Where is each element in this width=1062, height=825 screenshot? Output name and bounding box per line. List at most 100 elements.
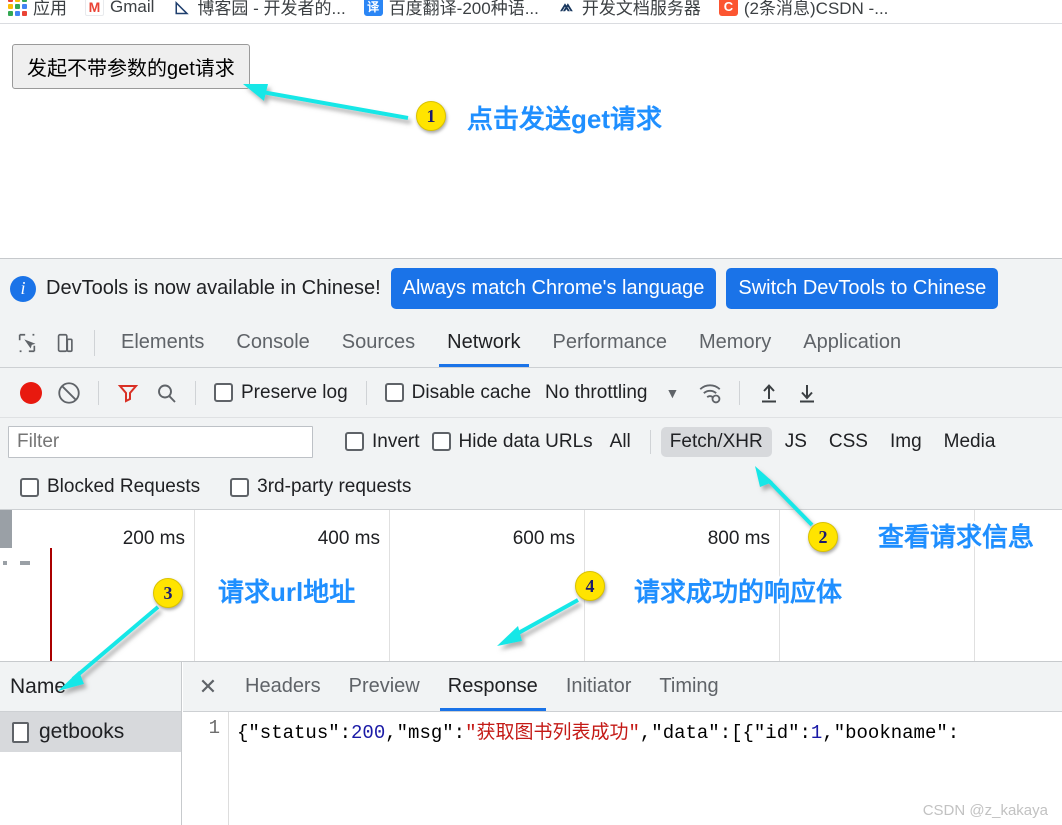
baidu-fanyi-icon: 译: [363, 0, 383, 16]
close-icon[interactable]: ✕: [193, 672, 223, 702]
bookmark-csdn[interactable]: C (2条消息)CSDN -...: [711, 0, 899, 21]
request-bar-marker: [20, 561, 30, 565]
toolbar-divider: [98, 380, 99, 405]
filter-type-img[interactable]: Img: [881, 427, 931, 457]
request-detail-panel: ✕ Headers Preview Response Initiator Tim…: [183, 662, 1062, 825]
disable-cache-label: Disable cache: [411, 381, 532, 403]
request-name: getbooks: [39, 720, 125, 743]
send-get-request-button[interactable]: 发起不带参数的get请求: [12, 44, 250, 89]
network-conditions-icon[interactable]: [693, 376, 727, 410]
toolbar-divider: [739, 380, 741, 405]
invert-label: Invert: [372, 430, 420, 452]
filter-type-all[interactable]: All: [601, 427, 640, 457]
web-page-content: 发起不带参数的get请求: [0, 24, 1062, 258]
bookmark-label: Gmail: [110, 0, 155, 16]
request-list-column-header[interactable]: Name: [0, 662, 181, 712]
tab-performance[interactable]: Performance: [537, 318, 684, 367]
toolbar-divider: [94, 329, 95, 356]
always-match-language-button[interactable]: Always match Chrome's language: [390, 268, 717, 309]
disable-cache-checkbox[interactable]: Disable cache: [384, 381, 532, 404]
timeline-gridline: [389, 510, 390, 661]
switch-devtools-language-button[interactable]: Switch DevTools to Chinese: [726, 268, 999, 309]
request-detail-tab-bar: ✕ Headers Preview Response Initiator Tim…: [183, 662, 1062, 712]
filter-icon[interactable]: [111, 376, 145, 410]
inspect-element-icon[interactable]: [8, 324, 46, 362]
export-har-icon[interactable]: [790, 376, 824, 410]
annotation-text-3: 请求url地址: [218, 577, 356, 607]
bookmark-label: 开发文档服务器: [581, 0, 701, 18]
document-icon: [12, 721, 29, 743]
bookmark-doc-server[interactable]: ⩕ 开发文档服务器: [549, 0, 711, 21]
throttling-select[interactable]: No throttling: [545, 382, 647, 404]
tab-headers[interactable]: Headers: [231, 662, 335, 711]
network-toolbar: Preserve log Disable cache No throttling…: [0, 368, 1062, 418]
filter-type-css[interactable]: CSS: [820, 427, 877, 457]
filter-input[interactable]: [8, 425, 313, 458]
checkbox-box: [20, 477, 39, 497]
watermark: CSDN @z_kakaya: [922, 802, 1048, 819]
chevron-down-icon[interactable]: ▼: [665, 385, 679, 401]
record-button[interactable]: [14, 376, 48, 410]
checkbox-box: [214, 383, 233, 402]
toolbar-divider: [195, 380, 196, 405]
csdn-icon: C: [718, 0, 738, 16]
bookmark-cnblogs[interactable]: ◺ 博客园 - 开发者的...: [164, 0, 355, 21]
tab-application[interactable]: Application: [787, 318, 917, 367]
hide-data-urls-checkbox[interactable]: Hide data URLs: [431, 430, 593, 453]
bookmark-apps[interactable]: 应用: [0, 0, 77, 21]
blocked-requests-checkbox[interactable]: Blocked Requests: [20, 476, 200, 498]
annotation-badge-2: 2: [808, 522, 838, 552]
json-part: ,"data":[{"id":: [639, 722, 811, 744]
checkbox-box: [431, 432, 451, 451]
request-list: Name getbooks: [0, 662, 182, 825]
invert-checkbox[interactable]: Invert: [345, 431, 420, 453]
network-filter-row: Invert Hide data URLs All Fetch/XHR JS C…: [0, 418, 1062, 465]
filter-type-fetch-xhr[interactable]: Fetch/XHR: [660, 426, 772, 457]
cnblogs-icon: ◺: [175, 0, 189, 16]
devtools-language-banner: i DevTools is now available in Chinese! …: [0, 258, 1062, 318]
device-toolbar-icon[interactable]: [46, 324, 84, 362]
tab-sources[interactable]: Sources: [326, 318, 431, 367]
tab-response[interactable]: Response: [434, 662, 552, 711]
bookmark-baidu-fanyi[interactable]: 译 百度翻译-200种语...: [356, 0, 549, 21]
bookmark-label: 博客园 - 开发者的...: [197, 0, 346, 18]
tab-initiator[interactable]: Initiator: [552, 662, 646, 711]
banner-message: DevTools is now available in Chinese!: [46, 277, 381, 299]
timeline-tick-600ms: 600 ms: [512, 528, 575, 549]
filter-type-js[interactable]: JS: [776, 427, 816, 457]
hide-data-urls-label: Hide data URLs: [458, 430, 593, 452]
third-party-requests-label: 3rd-party requests: [257, 476, 412, 497]
tab-network[interactable]: Network: [431, 318, 536, 367]
third-party-requests-checkbox[interactable]: 3rd-party requests: [230, 476, 411, 498]
screenshot-root: 应用 M Gmail ◺ 博客园 - 开发者的... 译 百度翻译-200种语.…: [0, 0, 1062, 825]
tab-console[interactable]: Console: [220, 318, 325, 367]
tab-timing[interactable]: Timing: [645, 662, 732, 711]
tab-elements[interactable]: Elements: [105, 318, 220, 367]
tab-memory[interactable]: Memory: [683, 318, 787, 367]
load-event-line: [50, 548, 52, 661]
annotation-text-1: 点击发送get请求: [467, 104, 663, 134]
tab-preview[interactable]: Preview: [335, 662, 434, 711]
network-bottom-panel: Name getbooks ✕ Headers Preview Response…: [0, 662, 1062, 825]
search-icon[interactable]: [149, 376, 183, 410]
json-part: ,"msg":: [385, 722, 466, 744]
json-part: ,"bookname":: [822, 722, 960, 744]
preserve-log-checkbox[interactable]: Preserve log: [214, 382, 348, 404]
gmail-icon: M: [85, 0, 104, 16]
checkbox-box: [230, 477, 250, 497]
toolbar-divider: [365, 380, 367, 405]
overview-scrollbar[interactable]: [0, 510, 12, 548]
import-har-icon[interactable]: [752, 376, 786, 410]
json-part: {"status":: [237, 722, 352, 744]
json-number: 200: [351, 722, 386, 744]
bookmark-label: 应用: [33, 0, 67, 18]
timeline-tick-800ms: 800 ms: [707, 528, 770, 549]
blocked-requests-label: Blocked Requests: [47, 476, 201, 497]
doc-server-icon: ⩕: [560, 0, 573, 15]
table-row[interactable]: getbooks: [0, 712, 181, 752]
json-string: "获取图书列表成功": [465, 722, 640, 744]
filter-type-media[interactable]: Media: [935, 427, 1005, 457]
bookmark-gmail[interactable]: M Gmail: [77, 0, 164, 19]
info-icon: i: [10, 275, 36, 302]
clear-icon[interactable]: [52, 376, 86, 410]
